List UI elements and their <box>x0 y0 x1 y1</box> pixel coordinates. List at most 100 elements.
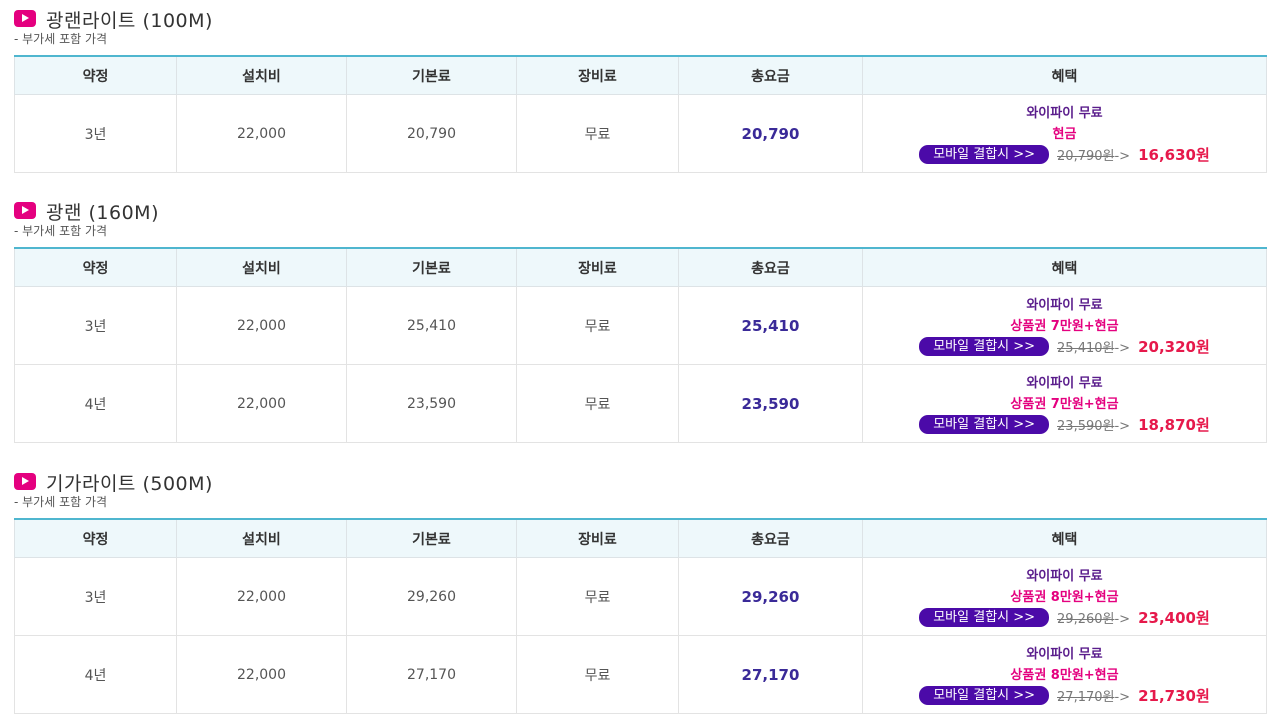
original-price: 27,170원 <box>1057 690 1115 705</box>
cell-base: 20,790 <box>346 94 517 173</box>
arrow-text: -> <box>1114 419 1131 434</box>
header-equipment: 장비료 <box>516 519 679 558</box>
benefit-block: 와이파이 무료 상품권 7만원+현금 모바일 결합시 >> 25,410원-> … <box>863 294 1266 357</box>
mobile-bundle-button[interactable]: 모바일 결합시 >> <box>919 145 1050 164</box>
final-price: 18,870원 <box>1138 416 1210 434</box>
header-benefit: 혜택 <box>862 248 1267 287</box>
table-row: 3년 22,000 20,790 무료 20,790 와이파이 무료 현금 모바… <box>14 94 1267 173</box>
cell-total: 29,260 <box>678 557 863 636</box>
cell-install: 22,000 <box>176 557 347 636</box>
cell-base: 27,170 <box>346 635 517 714</box>
header-equipment: 장비료 <box>516 56 679 95</box>
play-icon <box>14 10 36 27</box>
mobile-bundle-button[interactable]: 모바일 결합시 >> <box>919 337 1050 356</box>
cell-base: 23,590 <box>346 364 517 443</box>
cell-install: 22,000 <box>176 635 347 714</box>
cell-equipment: 무료 <box>516 364 679 443</box>
cell-total: 27,170 <box>678 635 863 714</box>
header-equipment: 장비료 <box>516 248 679 287</box>
cell-benefit: 와이파이 무료 현금 모바일 결합시 >> 20,790원-> 16,630원 <box>862 94 1267 173</box>
header-benefit: 혜택 <box>862 56 1267 95</box>
cell-term: 4년 <box>14 635 177 714</box>
benefit-gift: 상품권 7만원+현금 <box>1010 397 1119 412</box>
cell-equipment: 무료 <box>516 635 679 714</box>
original-price: 20,790원 <box>1057 149 1115 164</box>
section-header: 광랜 (160M) - 부가세 포함 가격 <box>14 198 1266 238</box>
section-title: 광랜 (160M) <box>46 202 159 224</box>
table-row: 4년 22,000 23,590 무료 23,590 와이파이 무료 상품권 7… <box>14 364 1267 443</box>
header-total: 총요금 <box>678 519 863 558</box>
table-row: 3년 22,000 29,260 무료 29,260 와이파이 무료 상품권 8… <box>14 557 1267 636</box>
vat-note: - 부가세 포함 가격 <box>14 224 108 238</box>
header-term: 약정 <box>14 248 177 287</box>
benefit-block: 와이파이 무료 현금 모바일 결합시 >> 20,790원-> 16,630원 <box>863 102 1266 165</box>
price-table: 약정 설치비 기본료 장비료 총요금 혜택 3년 22,000 29,260 무… <box>14 518 1267 714</box>
mobile-bundle-button[interactable]: 모바일 결합시 >> <box>919 415 1050 434</box>
cell-term: 3년 <box>14 557 177 636</box>
cell-term: 3년 <box>14 286 177 365</box>
table-row: 3년 22,000 25,410 무료 25,410 와이파이 무료 상품권 7… <box>14 286 1267 365</box>
vat-note: - 부가세 포함 가격 <box>14 495 108 509</box>
benefit-wifi: 와이파이 무료 <box>1026 106 1103 121</box>
arrow-text: -> <box>1114 341 1131 356</box>
benefit-wifi: 와이파이 무료 <box>1026 298 1103 313</box>
final-price: 16,630원 <box>1138 146 1210 164</box>
header-term: 약정 <box>14 56 177 95</box>
arrow-text: -> <box>1114 149 1131 164</box>
header-total: 총요금 <box>678 248 863 287</box>
mobile-bundle-button[interactable]: 모바일 결합시 >> <box>919 686 1050 705</box>
benefit-gift: 상품권 7만원+현금 <box>1010 319 1119 334</box>
cell-benefit: 와이파이 무료 상품권 7만원+현금 모바일 결합시 >> 23,590원-> … <box>862 364 1267 443</box>
benefit-block: 와이파이 무료 상품권 7만원+현금 모바일 결합시 >> 23,590원-> … <box>863 372 1266 435</box>
benefit-wifi: 와이파이 무료 <box>1026 647 1103 662</box>
section-title: 기가라이트 (500M) <box>46 473 213 495</box>
benefit-gift: 상품권 8만원+현금 <box>1010 590 1119 605</box>
header-base: 기본료 <box>346 248 517 287</box>
price-table: 약정 설치비 기본료 장비료 총요금 혜택 3년 22,000 25,410 무… <box>14 247 1267 443</box>
benefit-block: 와이파이 무료 상품권 8만원+현금 모바일 결합시 >> 27,170원-> … <box>863 643 1266 706</box>
header-base: 기본료 <box>346 519 517 558</box>
table-row: 4년 22,000 27,170 무료 27,170 와이파이 무료 상품권 8… <box>14 635 1267 714</box>
benefit-mobile-line: 모바일 결합시 >> 20,790원-> 16,630원 <box>919 144 1210 165</box>
cell-install: 22,000 <box>176 286 347 365</box>
cell-total: 25,410 <box>678 286 863 365</box>
play-icon <box>14 473 36 490</box>
plan-section-100m: 광랜라이트 (100M) - 부가세 포함 가격 약정 설치비 기본료 장비료 … <box>14 6 1267 173</box>
cell-term: 3년 <box>14 94 177 173</box>
original-price: 25,410원 <box>1057 341 1115 356</box>
cell-base: 25,410 <box>346 286 517 365</box>
benefit-mobile-line: 모바일 결합시 >> 27,170원-> 21,730원 <box>919 685 1210 706</box>
plan-section-160m: 광랜 (160M) - 부가세 포함 가격 약정 설치비 기본료 장비료 총요금… <box>14 198 1267 443</box>
benefit-gift: 상품권 8만원+현금 <box>1010 668 1119 683</box>
cell-benefit: 와이파이 무료 상품권 7만원+현금 모바일 결합시 >> 25,410원-> … <box>862 286 1267 365</box>
plan-section-500m: 기가라이트 (500M) - 부가세 포함 가격 약정 설치비 기본료 장비료 … <box>14 469 1267 714</box>
benefit-wifi: 와이파이 무료 <box>1026 569 1103 584</box>
mobile-bundle-button[interactable]: 모바일 결합시 >> <box>919 608 1050 627</box>
final-price: 20,320원 <box>1138 338 1210 356</box>
original-price: 23,590원 <box>1057 419 1115 434</box>
cell-equipment: 무료 <box>516 557 679 636</box>
benefit-mobile-line: 모바일 결합시 >> 23,590원-> 18,870원 <box>919 414 1210 435</box>
table-header-row: 약정 설치비 기본료 장비료 총요금 혜택 <box>14 248 1267 287</box>
cell-total: 20,790 <box>678 94 863 173</box>
cell-term: 4년 <box>14 364 177 443</box>
benefit-mobile-line: 모바일 결합시 >> 25,410원-> 20,320원 <box>919 336 1210 357</box>
section-header: 기가라이트 (500M) - 부가세 포함 가격 <box>14 469 1266 509</box>
cell-install: 22,000 <box>176 94 347 173</box>
benefit-mobile-line: 모바일 결합시 >> 29,260원-> 23,400원 <box>919 607 1210 628</box>
header-base: 기본료 <box>346 56 517 95</box>
section-title: 광랜라이트 (100M) <box>46 10 213 32</box>
final-price: 23,400원 <box>1138 609 1210 627</box>
original-price: 29,260원 <box>1057 612 1115 627</box>
final-price: 21,730원 <box>1138 687 1210 705</box>
cell-equipment: 무료 <box>516 94 679 173</box>
arrow-text: -> <box>1114 612 1131 627</box>
cell-base: 29,260 <box>346 557 517 636</box>
cell-install: 22,000 <box>176 364 347 443</box>
cell-benefit: 와이파이 무료 상품권 8만원+현금 모바일 결합시 >> 29,260원-> … <box>862 557 1267 636</box>
vat-note: - 부가세 포함 가격 <box>14 32 108 46</box>
benefit-gift: 현금 <box>1052 127 1077 142</box>
header-term: 약정 <box>14 519 177 558</box>
header-install: 설치비 <box>176 519 347 558</box>
play-icon <box>14 202 36 219</box>
